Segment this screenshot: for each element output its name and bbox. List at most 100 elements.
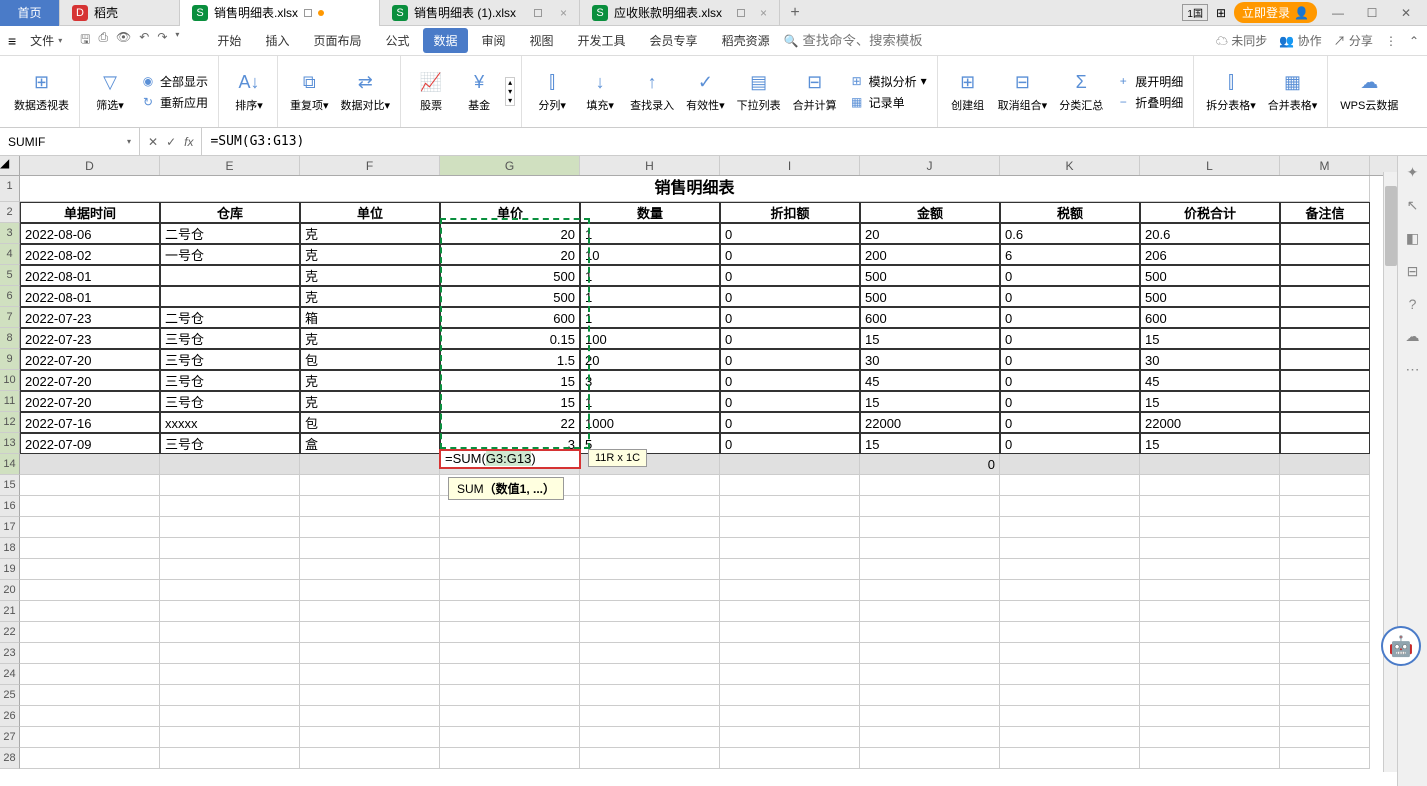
cell[interactable] (300, 559, 440, 580)
expand-detail-button[interactable]: +展开明细 (1111, 72, 1187, 91)
cell[interactable]: 500 (440, 265, 580, 286)
cell[interactable] (160, 517, 300, 538)
cell[interactable] (1280, 538, 1370, 559)
cell[interactable] (440, 559, 580, 580)
cell[interactable] (1280, 496, 1370, 517)
col-header-K[interactable]: K (1000, 156, 1140, 175)
tab-active-file[interactable]: S 销售明细表.xlsx (180, 0, 380, 26)
cell[interactable] (720, 517, 860, 538)
row-header-18[interactable]: 18 (0, 538, 20, 559)
row-header-23[interactable]: 23 (0, 643, 20, 664)
cell[interactable] (1140, 727, 1280, 748)
cell[interactable] (1140, 643, 1280, 664)
cell[interactable] (1280, 223, 1370, 244)
menu-review[interactable]: 审阅 (472, 28, 516, 53)
cell[interactable] (300, 643, 440, 664)
cell[interactable]: 15 (440, 370, 580, 391)
more-icon[interactable]: ⋮ (1385, 34, 1397, 48)
cell[interactable]: 10 (580, 244, 720, 265)
cell[interactable]: 1 (580, 307, 720, 328)
cell[interactable] (720, 706, 860, 727)
cell[interactable] (300, 496, 440, 517)
cell[interactable]: 600 (440, 307, 580, 328)
cell[interactable]: 20 (440, 223, 580, 244)
cell[interactable] (1000, 580, 1140, 601)
cell[interactable] (580, 517, 720, 538)
cell[interactable] (580, 664, 720, 685)
sparkle-icon[interactable]: ✦ (1407, 164, 1419, 181)
cell[interactable]: 0.6 (1000, 223, 1140, 244)
cell[interactable] (860, 727, 1000, 748)
cell[interactable] (20, 580, 160, 601)
cell[interactable] (1280, 475, 1370, 496)
tab-docer[interactable]: D 稻壳 (60, 0, 180, 26)
cell[interactable]: 20 (860, 223, 1000, 244)
cell[interactable] (720, 643, 860, 664)
cell[interactable] (580, 538, 720, 559)
row-header-22[interactable]: 22 (0, 622, 20, 643)
cell[interactable] (1280, 349, 1370, 370)
cell[interactable] (20, 727, 160, 748)
whatif-button[interactable]: ⊞模拟分析▾ (845, 72, 931, 91)
cell[interactable]: 包 (300, 412, 440, 433)
menu-view[interactable]: 视图 (520, 28, 564, 53)
cell[interactable]: 单据时间 (20, 202, 160, 223)
cell[interactable] (1280, 265, 1370, 286)
cell[interactable]: 45 (1140, 370, 1280, 391)
cell[interactable]: 2022-07-16 (20, 412, 160, 433)
menu-insert[interactable]: 插入 (255, 28, 299, 53)
cell[interactable] (1140, 454, 1280, 475)
cell[interactable] (1000, 664, 1140, 685)
cell[interactable]: 500 (860, 286, 1000, 307)
cell[interactable] (580, 727, 720, 748)
compare-button[interactable]: ⇄数据对比▾ (337, 69, 395, 115)
filter-button[interactable]: ▽筛选▾ (88, 69, 132, 115)
cell[interactable] (440, 685, 580, 706)
coop-button[interactable]: 👥 协作 (1279, 32, 1321, 49)
cell[interactable]: 三号仓 (160, 370, 300, 391)
cell[interactable] (860, 601, 1000, 622)
cell[interactable] (720, 538, 860, 559)
row-header-13[interactable]: 13 (0, 433, 20, 454)
cell[interactable]: 0 (720, 223, 860, 244)
fund-button[interactable]: ¥基金 (457, 69, 501, 115)
merge-table-button[interactable]: ▦合并表格▾ (1264, 69, 1322, 115)
cell[interactable]: 500 (1140, 286, 1280, 307)
cell[interactable] (160, 580, 300, 601)
cell[interactable] (720, 622, 860, 643)
tab-window-icon[interactable] (304, 9, 312, 17)
cell[interactable] (20, 706, 160, 727)
cell[interactable]: 税额 (1000, 202, 1140, 223)
row-header-19[interactable]: 19 (0, 559, 20, 580)
cell[interactable] (1280, 391, 1370, 412)
cell[interactable]: 三号仓 (160, 391, 300, 412)
form-button[interactable]: ▦记录单 (845, 93, 931, 112)
chevron-down-icon[interactable]: ▾ (127, 137, 131, 146)
cell[interactable]: 0 (720, 433, 860, 454)
cell[interactable] (300, 706, 440, 727)
col-header-I[interactable]: I (720, 156, 860, 175)
search-input[interactable] (803, 33, 923, 48)
cell[interactable] (1140, 685, 1280, 706)
cell[interactable]: 二号仓 (160, 307, 300, 328)
cell[interactable] (1280, 643, 1370, 664)
cell[interactable] (300, 538, 440, 559)
cell[interactable] (1140, 664, 1280, 685)
cell[interactable]: 20.6 (1140, 223, 1280, 244)
cell[interactable] (440, 664, 580, 685)
cell[interactable] (20, 496, 160, 517)
cell[interactable] (1280, 244, 1370, 265)
cell[interactable] (1000, 475, 1140, 496)
cell[interactable] (1280, 559, 1370, 580)
cell[interactable] (1140, 496, 1280, 517)
cell[interactable]: 20 (580, 349, 720, 370)
row-header-26[interactable]: 26 (0, 706, 20, 727)
cell[interactable] (1000, 643, 1140, 664)
vertical-scrollbar[interactable] (1383, 172, 1397, 772)
cell[interactable] (20, 601, 160, 622)
cell[interactable] (860, 706, 1000, 727)
accept-formula-button[interactable]: ✓ (166, 135, 176, 149)
scrollbar-thumb[interactable] (1385, 186, 1397, 266)
cell[interactable] (440, 517, 580, 538)
cell[interactable]: 500 (440, 286, 580, 307)
